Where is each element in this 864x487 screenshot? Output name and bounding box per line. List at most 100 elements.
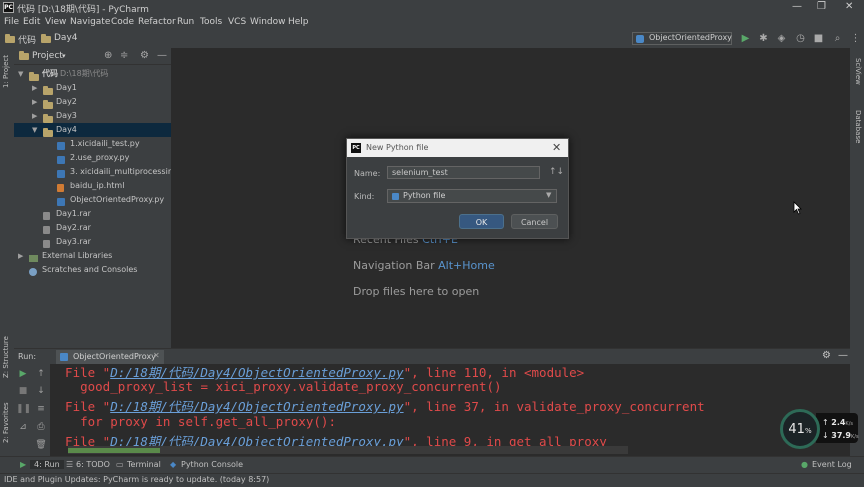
project-panel-title[interactable]: Project	[32, 51, 63, 61]
run-configuration-select[interactable]: ObjectOrientedProxy	[632, 32, 732, 45]
console-file-link[interactable]: D:/18期/代码/Day4/ObjectOrientedProxy.py	[110, 434, 403, 446]
tree-item-external-libraries[interactable]: ▶ External Libraries	[14, 249, 171, 263]
favorites-side-tab[interactable]: 2: Favorites	[2, 402, 10, 443]
stop-icon[interactable]: ■	[813, 33, 824, 44]
menu-view[interactable]: View	[45, 17, 66, 27]
tab-terminal[interactable]: Terminal	[127, 460, 161, 469]
soft-wrap-icon[interactable]: ≡	[34, 404, 48, 414]
hide-panel-icon[interactable]: —	[838, 350, 848, 361]
tree-item-label: baidu_ip.html	[70, 181, 125, 190]
tree-item-2-use-proxy-py[interactable]: 2.use_proxy.py	[14, 151, 171, 165]
menu-edit[interactable]: Edit	[23, 17, 40, 27]
close-window-button[interactable]: ✕	[845, 1, 853, 12]
print-icon[interactable]: ⎙	[34, 422, 48, 432]
chevron-down-icon[interactable]: ▼	[32, 123, 37, 137]
arrow-down-icon[interactable]: ↓	[34, 386, 48, 396]
console-scroll-thumb[interactable]	[68, 448, 160, 453]
python-icon	[636, 35, 644, 43]
menu-vcs[interactable]: VCS	[228, 17, 246, 27]
run-console-output[interactable]: File "D:/18期/代码/Day4/ObjectOrientedProxy…	[50, 364, 850, 446]
collapse-all-icon[interactable]: ≑	[120, 50, 128, 61]
menu-run[interactable]: Run	[177, 17, 194, 27]
close-tab-icon[interactable]: ✕	[153, 351, 160, 360]
sort-icon[interactable]: ↑↓	[549, 167, 564, 177]
structure-side-tab[interactable]: Z: Structure	[2, 336, 10, 378]
right-tool-strip: SciView Database	[850, 48, 864, 456]
gear-icon[interactable]: ⚙	[822, 350, 831, 361]
pause-icon[interactable]: ❚❚	[16, 404, 31, 414]
console-file-link[interactable]: D:/18期/代码/Day4/ObjectOrientedProxy.py	[110, 365, 403, 380]
status-message[interactable]: IDE and Plugin Updates: PyCharm is ready…	[4, 475, 269, 484]
tab-todo[interactable]: 6: TODO	[76, 460, 110, 469]
tab-run[interactable]: 4: Run	[30, 460, 64, 469]
dialog-close-icon[interactable]: ✕	[552, 141, 561, 154]
tree-item-objectorientedproxy-py[interactable]: ObjectOrientedProxy.py	[14, 193, 171, 207]
tab-python-console[interactable]: Python Console	[181, 460, 243, 469]
chevron-right-icon[interactable]: ▶	[32, 109, 37, 123]
coverage-icon[interactable]: ◈	[776, 33, 787, 44]
chevron-right-icon[interactable]: ▶	[18, 249, 23, 263]
menu-bar: File Edit View Navigate Code Refactor Ru…	[0, 15, 864, 30]
ok-button[interactable]: OK	[459, 214, 504, 229]
tree-item-day2-rar[interactable]: Day2.rar	[14, 221, 171, 235]
breadcrumb-day4[interactable]: Day4	[54, 33, 78, 43]
tree-item-[interactable]: ▼ 代码 D:\18期\代码	[14, 67, 171, 81]
chevron-down-icon[interactable]: ▾	[62, 52, 66, 60]
run-tab[interactable]: ObjectOrientedProxy ✕	[56, 350, 164, 364]
tree-item-label: Day3.rar	[56, 237, 91, 246]
menu-help[interactable]: Help	[288, 17, 309, 27]
chevron-down-icon[interactable]: ▼	[18, 67, 23, 81]
tree-item-baidu-ip-html[interactable]: baidu_ip.html	[14, 179, 171, 193]
dialog-title: New Python file	[366, 143, 429, 152]
menu-file[interactable]: File	[4, 17, 19, 27]
breadcrumb-root[interactable]: 代码	[18, 33, 36, 46]
locate-icon[interactable]: ⊕	[104, 50, 112, 61]
tree-item-day1[interactable]: ▶ Day1	[14, 81, 171, 95]
drop-files-hint: Drop files here to open	[353, 285, 480, 298]
menu-tools[interactable]: Tools	[200, 17, 222, 27]
tree-item-day1-rar[interactable]: Day1.rar	[14, 207, 171, 221]
search-everywhere-icon[interactable]: ⌕	[832, 33, 843, 44]
kind-select[interactable]: Python file ▼	[387, 189, 557, 203]
rerun-icon[interactable]: ▶	[16, 369, 30, 379]
tree-item-1-xicidaili-test-py[interactable]: 1.xicidaili_test.py	[14, 137, 171, 151]
tree-item-3-xicidaili-multiprocessing-py[interactable]: 3. xicidaili_multiprocessing.py	[14, 165, 190, 179]
arrow-up-icon[interactable]: ↑	[34, 369, 48, 379]
run-tab-label: ObjectOrientedProxy	[73, 352, 156, 361]
more-icon[interactable]: ⋮	[850, 33, 861, 44]
project-panel-header: Project ▾ ⊕ ≑ ⚙ —	[14, 49, 171, 65]
chevron-right-icon[interactable]: ▶	[32, 95, 37, 109]
menu-window[interactable]: Window	[250, 17, 286, 27]
file-name-input[interactable]	[387, 166, 540, 179]
menu-navigate[interactable]: Navigate	[70, 17, 110, 27]
pin-icon[interactable]: ⊿	[16, 422, 30, 432]
tree-item-day3-rar[interactable]: Day3.rar	[14, 235, 171, 249]
scratches-icon	[29, 267, 37, 281]
debug-icon[interactable]: ✱	[758, 33, 769, 44]
minimize-button[interactable]: —	[792, 1, 802, 12]
pycharm-logo-icon: PC	[351, 143, 361, 153]
tree-item-label: Day2	[56, 97, 77, 106]
console-file-link[interactable]: D:/18期/代码/Day4/ObjectOrientedProxy.py	[110, 399, 403, 414]
upload-speed: ↑ 2.4K/s	[822, 418, 853, 427]
maximize-button[interactable]: ❐	[817, 1, 826, 12]
tree-item-scratches-and-consoles[interactable]: Scratches and Consoles	[14, 263, 171, 277]
project-side-tab[interactable]: 1: Project	[2, 55, 10, 88]
run-icon[interactable]: ▶	[740, 33, 751, 44]
menu-refactor[interactable]: Refactor	[138, 17, 176, 27]
tab-event-log[interactable]: Event Log	[812, 460, 852, 469]
tree-item-day4[interactable]: ▼ Day4	[14, 123, 171, 137]
hide-panel-icon[interactable]: —	[157, 50, 167, 61]
cancel-button[interactable]: Cancel	[511, 214, 558, 229]
database-side-tab[interactable]: Database	[854, 110, 862, 143]
stop-icon[interactable]: ■	[16, 386, 30, 396]
run-label: Run:	[18, 352, 37, 361]
tree-item-day3[interactable]: ▶ Day3	[14, 109, 171, 123]
trash-icon[interactable]: 🗑	[34, 440, 48, 450]
menu-code[interactable]: Code	[111, 17, 134, 27]
profile-icon[interactable]: ◷	[795, 33, 806, 44]
gear-icon[interactable]: ⚙	[140, 50, 149, 61]
sciview-side-tab[interactable]: SciView	[854, 58, 862, 85]
chevron-right-icon[interactable]: ▶	[32, 81, 37, 95]
tree-item-day2[interactable]: ▶ Day2	[14, 95, 171, 109]
